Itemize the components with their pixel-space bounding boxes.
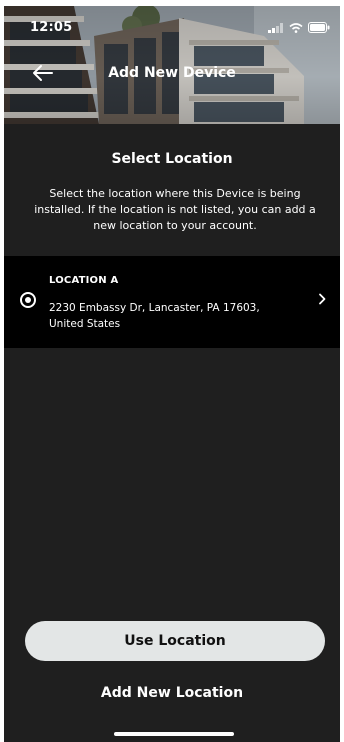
signal-icon (268, 22, 283, 33)
use-location-button[interactable]: Use Location (25, 621, 325, 661)
app-screen: 12:05 Add New Device Select Location Sel… (4, 6, 340, 742)
wifi-icon (289, 22, 303, 33)
section-description: Select the location where this Device is… (34, 187, 316, 232)
location-list-item[interactable]: LOCATION A 2230 Embassy Dr, Lancaster, P… (4, 256, 340, 348)
location-address: 2230 Embassy Dr, Lancaster, PA 17603, Un… (49, 302, 260, 330)
header: 12:05 Add New Device (4, 6, 340, 124)
location-name: LOCATION A (49, 275, 119, 286)
status-icons (268, 22, 330, 33)
page-title: Add New Device (108, 65, 236, 81)
home-indicator[interactable] (114, 732, 234, 736)
add-new-location-button[interactable]: Add New Location (4, 685, 340, 701)
section-title: Select Location (111, 151, 233, 167)
location-radio[interactable] (20, 292, 36, 308)
status-time: 12:05 (30, 20, 73, 35)
battery-icon (308, 22, 330, 33)
chevron-right-icon (319, 293, 326, 305)
